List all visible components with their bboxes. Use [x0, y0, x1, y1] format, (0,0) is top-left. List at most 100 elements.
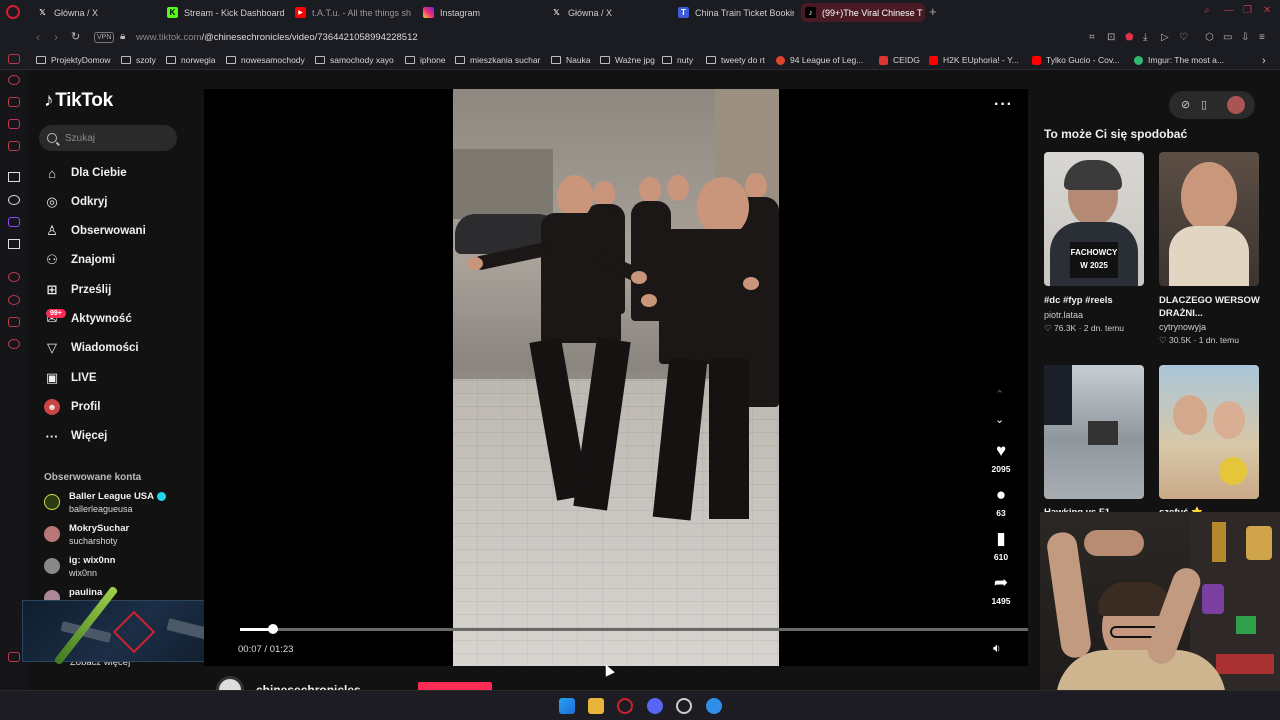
play-icon[interactable]: ▷	[1161, 32, 1169, 43]
url-field[interactable]: www.tiktok.com/@chinesechronicles/video/…	[136, 32, 418, 43]
bookmark-folder[interactable]: nuty	[662, 55, 693, 65]
tab-x-home-2[interactable]: 𝕏 Główna / X	[547, 3, 667, 22]
sidebar-chatgpt-icon[interactable]	[8, 195, 20, 205]
volume-icon[interactable]: 🔉︎	[993, 641, 1001, 656]
sidebar-wallet-icon[interactable]	[8, 97, 20, 107]
bookmarks-overflow-icon[interactable]: ›	[1262, 55, 1266, 67]
sidebar-app-icon[interactable]	[8, 54, 20, 64]
recommendation-user[interactable]: cytrynowyja	[1159, 321, 1265, 334]
nav-profile[interactable]: ☻ Profil	[44, 396, 100, 418]
adblock-icon[interactable]: ⬟	[1125, 32, 1134, 43]
file-explorer-icon[interactable]	[588, 698, 604, 714]
recommendation-user[interactable]: piotr.lataa	[1044, 309, 1150, 322]
followed-account[interactable]: MokrySuchar sucharshoty	[44, 523, 129, 547]
crop-icon[interactable]: ⊡	[1107, 32, 1115, 43]
minimize-icon[interactable]: —	[1224, 5, 1234, 16]
bookmark-folder[interactable]: szoty	[121, 55, 156, 65]
bookmark-folder[interactable]: samochody xayo	[315, 55, 394, 65]
recommendation-title[interactable]: #dc #fyp #reels	[1044, 294, 1150, 307]
windows-start-icon[interactable]	[559, 698, 575, 714]
bookmark-ceidg[interactable]: CEIDG	[879, 55, 920, 65]
nav-more[interactable]: ··· Więcej	[44, 425, 108, 447]
tab-instagram[interactable]: Instagram	[419, 3, 539, 22]
recommendation-title[interactable]: DLACZEGO WERSOW DRAŻNI...	[1159, 294, 1265, 320]
followed-account[interactable]: ig: wix0nn wix0nn	[44, 555, 115, 579]
sidebar-history-icon-2[interactable]	[8, 295, 20, 305]
search-tabs-icon[interactable]: ⌕	[1204, 5, 1210, 16]
discord-icon[interactable]	[647, 698, 663, 714]
bookmark-folder[interactable]: norwegia	[166, 55, 216, 65]
extensions-icon[interactable]: ⬡	[1205, 32, 1214, 43]
downloads-icon[interactable]: ⇩	[1241, 32, 1249, 43]
bookmark-league[interactable]: 94 League of Leg...	[776, 55, 863, 65]
nav-friends[interactable]: ⚇ Znajomi	[44, 249, 115, 271]
previous-video-icon[interactable]: ⌃	[995, 388, 1004, 401]
nav-upload[interactable]: ⊞ Prześlij	[44, 279, 112, 301]
tab-youtube[interactable]: ▶ t.A.T.u. - All the things sh	[291, 3, 411, 22]
recommendation-thumbnail[interactable]: FACHOWCY W 2025	[1044, 152, 1144, 286]
mobile-icon[interactable]: ▯	[1201, 98, 1207, 111]
user-avatar[interactable]	[1227, 96, 1245, 114]
tab-x-home[interactable]: 𝕏 Główna / X	[33, 3, 158, 22]
save-action[interactable]: ▮ 610	[985, 530, 1017, 563]
snapshot-icon[interactable]: ⌗	[1089, 32, 1095, 43]
reload-icon[interactable]: ↻	[71, 30, 80, 43]
follow-button[interactable]	[418, 682, 492, 690]
heart-icon[interactable]: ♡	[1179, 32, 1188, 43]
tab-kick[interactable]: K Stream - Kick Dashboard	[163, 3, 288, 22]
menu-icon[interactable]: ≡	[1259, 32, 1265, 43]
next-video-icon[interactable]: ⌄	[995, 413, 1004, 426]
recommendation-thumbnail[interactable]	[1159, 365, 1259, 499]
forward-icon[interactable]: ›	[54, 30, 58, 44]
opera-logo-icon[interactable]	[6, 5, 20, 19]
nav-live[interactable]: ▣ LIVE	[44, 367, 97, 389]
tab-china-train[interactable]: T China Train Ticket Bookin	[674, 3, 794, 22]
sidebar-aria-icon[interactable]	[8, 172, 20, 182]
lock-icon[interactable]: 🔒︎	[120, 31, 125, 42]
bookmark-imgur[interactable]: Imgur: The most a...	[1134, 55, 1224, 65]
recommendation-thumbnail[interactable]	[1159, 152, 1259, 286]
sidebar-messenger-icon[interactable]	[8, 119, 20, 129]
bookmark-folder[interactable]: mieszkania suchar	[455, 55, 540, 65]
steam-icon[interactable]	[676, 698, 692, 714]
nav-messages[interactable]: ▽ Wiadomości	[44, 337, 139, 359]
recommendation-thumbnail[interactable]	[1044, 365, 1144, 499]
compass-icon[interactable]: ⊘	[1181, 98, 1190, 111]
comment-action[interactable]: ● 63	[985, 486, 1017, 519]
maximize-icon[interactable]: ❐	[1243, 5, 1252, 16]
bookmark-folder[interactable]: ProjektyDomow	[36, 55, 111, 65]
sidebar-mail-icon[interactable]	[8, 141, 20, 151]
search-bar[interactable]	[39, 125, 177, 151]
wallet-icon[interactable]: ▭	[1223, 32, 1232, 43]
bookmark-folder[interactable]: Nauka	[551, 55, 591, 65]
sidebar-clock-icon[interactable]	[8, 272, 20, 282]
sidebar-pin-icon[interactable]	[8, 317, 20, 327]
bookmark-folder[interactable]: iphone	[405, 55, 446, 65]
tab-tiktok-active[interactable]: ♪ (99+)The Viral Chinese T	[801, 3, 925, 22]
like-action[interactable]: ♥ 2095	[985, 442, 1017, 475]
share-action[interactable]: ➦ 1495	[985, 574, 1017, 607]
video-frame[interactable]	[453, 89, 779, 666]
download-page-icon[interactable]: ⤓	[1143, 32, 1147, 43]
sidebar-more-icon[interactable]	[8, 652, 20, 662]
messenger-icon[interactable]	[706, 698, 722, 714]
opera-icon[interactable]	[617, 698, 633, 714]
bookmark-youtube[interactable]: H2K EUphoria! - Y...	[929, 55, 1019, 65]
bookmark-youtube-2[interactable]: Tylko Gucio - Cov...	[1032, 55, 1120, 65]
nav-explore[interactable]: ◎ Odkryj	[44, 191, 107, 213]
bookmark-folder[interactable]: Ważne jpg	[600, 55, 655, 65]
video-progress-bar[interactable]	[240, 628, 1028, 631]
new-tab-button[interactable]: +	[929, 5, 937, 19]
tiktok-logo[interactable]: ♪ TikTok	[44, 90, 113, 112]
sidebar-history-icon[interactable]	[8, 75, 20, 85]
followed-account[interactable]: Baller League USA ballerleagueusa	[44, 491, 166, 515]
bookmark-folder[interactable]: nowesamochody	[226, 55, 305, 65]
vpn-badge[interactable]: VPN	[94, 32, 115, 43]
sidebar-twitch-icon[interactable]	[8, 217, 20, 227]
close-window-icon[interactable]: ✕	[1263, 5, 1271, 16]
bookmark-folder[interactable]: tweety do rt	[706, 55, 765, 65]
nav-following[interactable]: ♙ Obserwowani	[44, 220, 146, 242]
more-options-icon[interactable]: ···	[994, 96, 1013, 114]
search-input[interactable]	[65, 132, 165, 144]
nav-for-you[interactable]: ⌂ Dla Ciebie	[44, 162, 127, 184]
